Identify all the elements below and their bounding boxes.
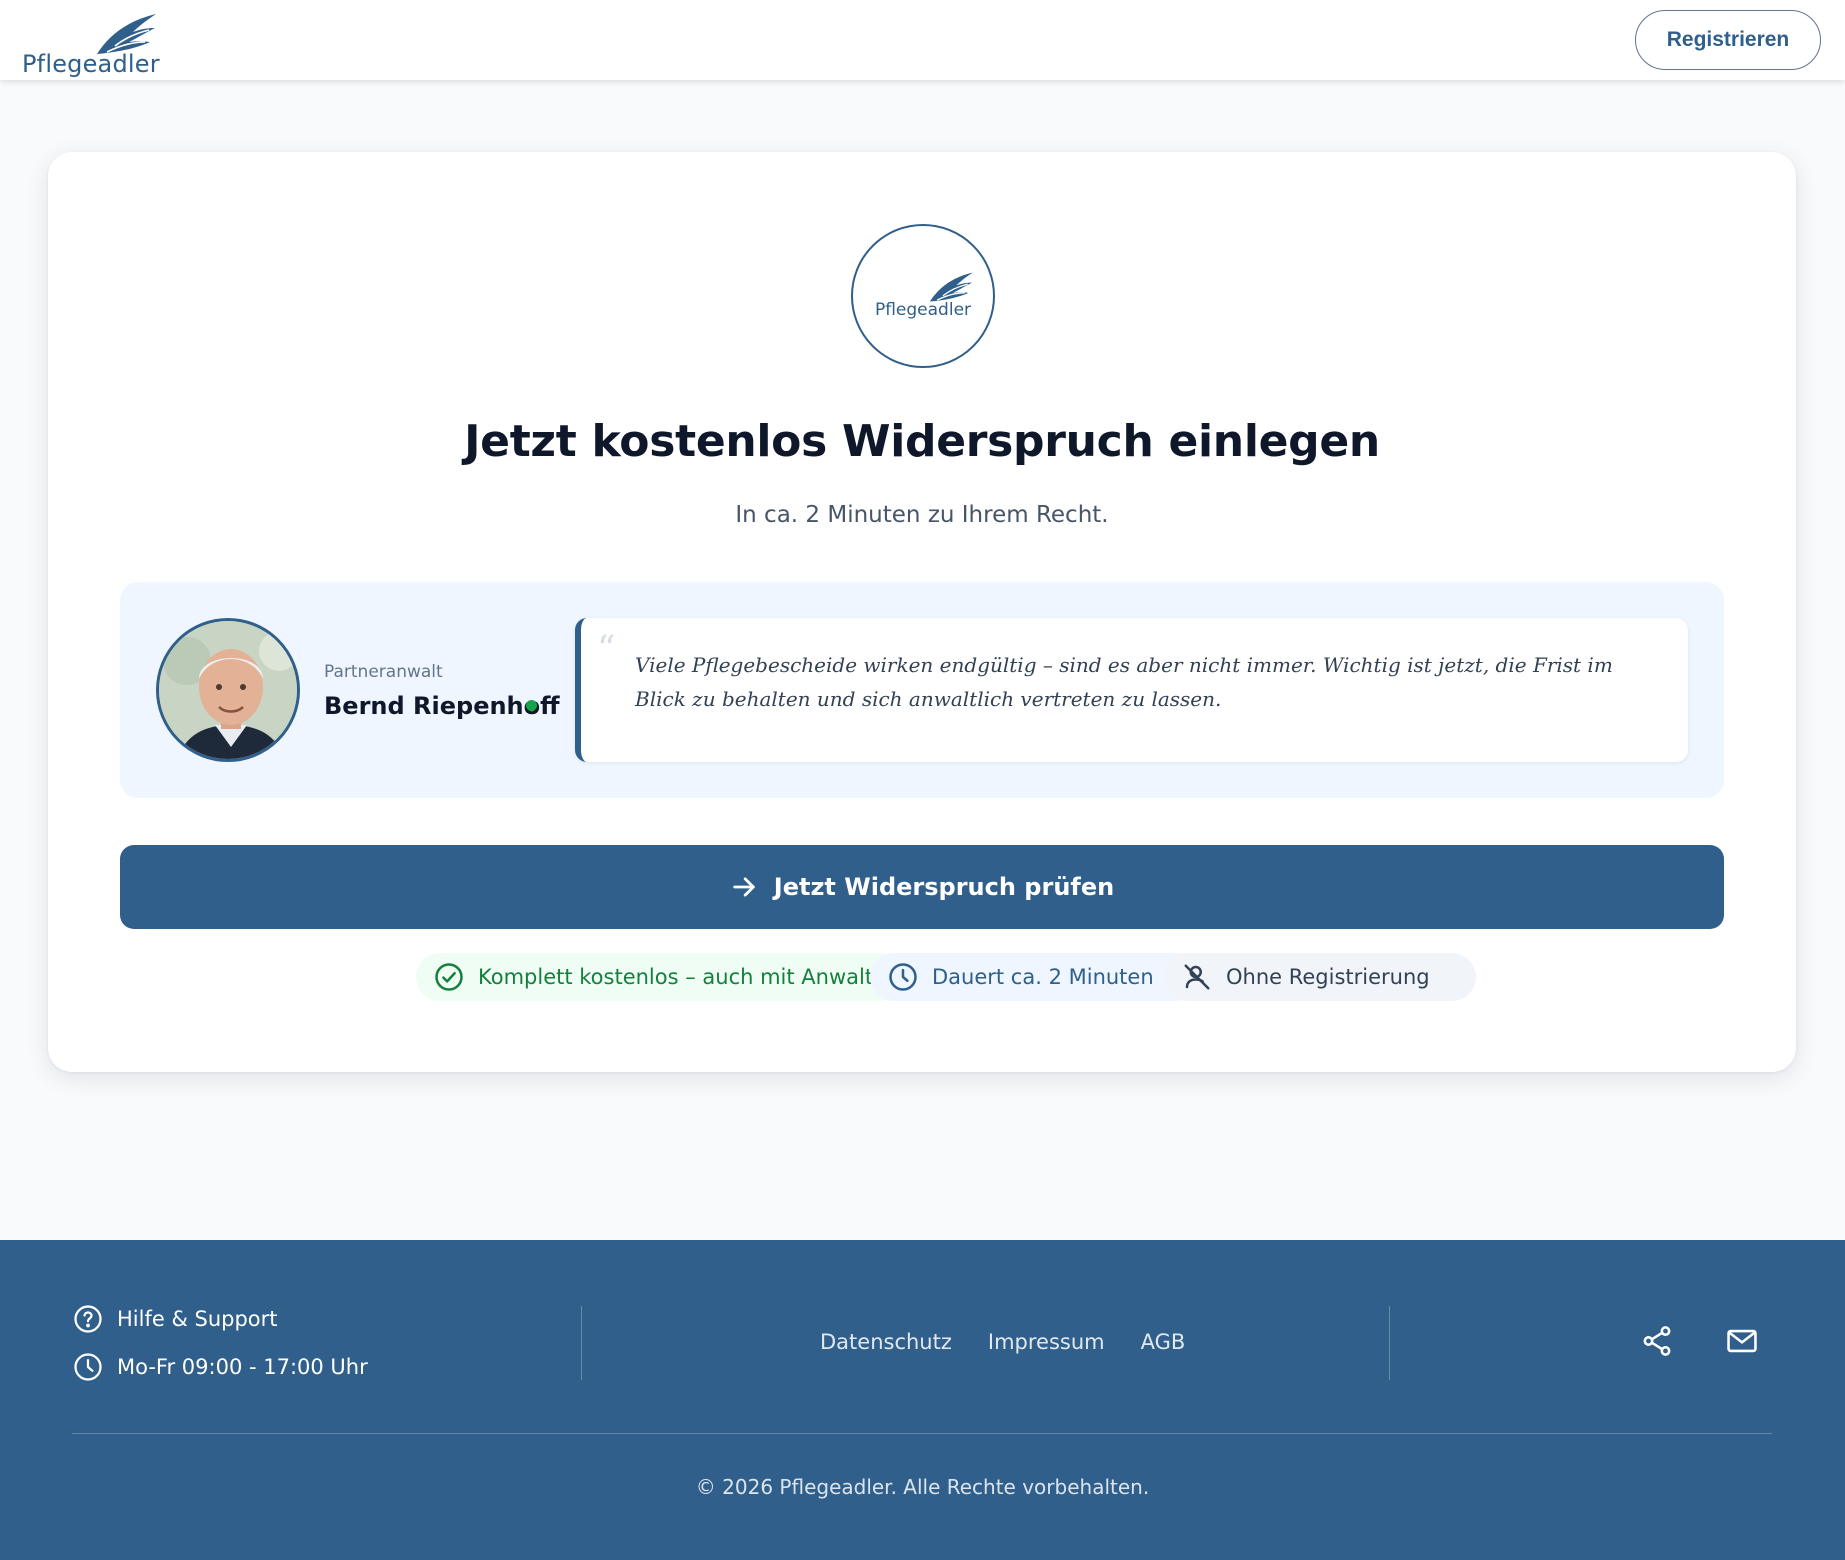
clock-icon <box>888 962 918 992</box>
terms-link[interactable]: AGB <box>1141 1330 1186 1354</box>
site-header: Pflegeadler Registrieren <box>0 0 1845 80</box>
main-card: Pflegeadler Jetzt kostenlos Widerspruch … <box>48 152 1796 1072</box>
help-support-link[interactable]: Hilfe & Support <box>73 1304 278 1334</box>
help-circle-icon <box>73 1304 103 1334</box>
footer-divider <box>1389 1306 1390 1380</box>
lawyer-name: Bernd Riepenhoff <box>324 692 560 720</box>
page-subtitle: In ca. 2 Minuten zu Ihrem Recht. <box>735 502 1109 528</box>
share-icon[interactable] <box>1640 1324 1674 1358</box>
imprint-link[interactable]: Impressum <box>988 1330 1105 1354</box>
lawyer-panel: Partneranwalt Bernd Riepenhoff “ Viele P… <box>120 582 1724 798</box>
card-logo: Pflegeadler <box>851 224 995 368</box>
quote-text: Viele Pflegebescheide wirken endgültig –… <box>635 653 1613 711</box>
lawyer-role: Partneranwalt <box>324 662 443 682</box>
mail-icon[interactable] <box>1725 1324 1759 1358</box>
site-footer: Hilfe & Support Mo-Fr 09:00 - 17:00 Uhr … <box>0 1240 1845 1560</box>
footer-divider <box>581 1306 582 1380</box>
brand-name: Pflegeadler <box>22 50 160 78</box>
opening-hours-label: Mo-Fr 09:00 - 17:00 Uhr <box>117 1355 368 1379</box>
arrow-right-icon <box>730 873 758 901</box>
badge-no-registration-label: Ohne Registrierung <box>1226 965 1430 989</box>
cta-label: Jetzt Widerspruch prüfen <box>773 873 1115 901</box>
badge-duration-label: Dauert ca. 2 Minuten <box>932 965 1154 989</box>
user-off-icon <box>1182 962 1212 992</box>
page-title: Jetzt kostenlos Widerspruch einlegen <box>464 416 1380 467</box>
quote-icon: “ <box>597 629 616 670</box>
privacy-link[interactable]: Datenschutz <box>820 1330 952 1354</box>
footer-separator <box>72 1433 1772 1434</box>
lawyer-avatar <box>156 618 300 762</box>
badge-free: Komplett kostenlos – auch mit Anwalt <box>416 953 904 1001</box>
check-circle-icon <box>434 962 464 992</box>
card-logo-name: Pflegeadler <box>874 300 972 320</box>
help-support-label: Hilfe & Support <box>117 1307 278 1331</box>
register-button[interactable]: Registrieren <box>1635 10 1821 70</box>
lawyer-quote: “ Viele Pflegebescheide wirken endgültig… <box>575 618 1688 762</box>
footer-links: Datenschutz Impressum AGB <box>820 1330 1185 1354</box>
copyright-notice: © 2026 Pflegeadler. Alle Rechte vorbehal… <box>695 1475 1150 1499</box>
clock-icon <box>73 1352 103 1382</box>
badge-free-label: Komplett kostenlos – auch mit Anwalt <box>478 965 874 989</box>
online-status-indicator <box>526 700 537 711</box>
brand-logo[interactable]: Pflegeadler <box>22 10 162 78</box>
wing-icon <box>929 272 973 302</box>
opening-hours: Mo-Fr 09:00 - 17:00 Uhr <box>73 1352 368 1382</box>
badge-duration: Dauert ca. 2 Minuten <box>870 953 1200 1001</box>
badge-no-registration: Ohne Registrierung <box>1164 953 1476 1001</box>
check-objection-button[interactable]: Jetzt Widerspruch prüfen <box>120 845 1724 929</box>
